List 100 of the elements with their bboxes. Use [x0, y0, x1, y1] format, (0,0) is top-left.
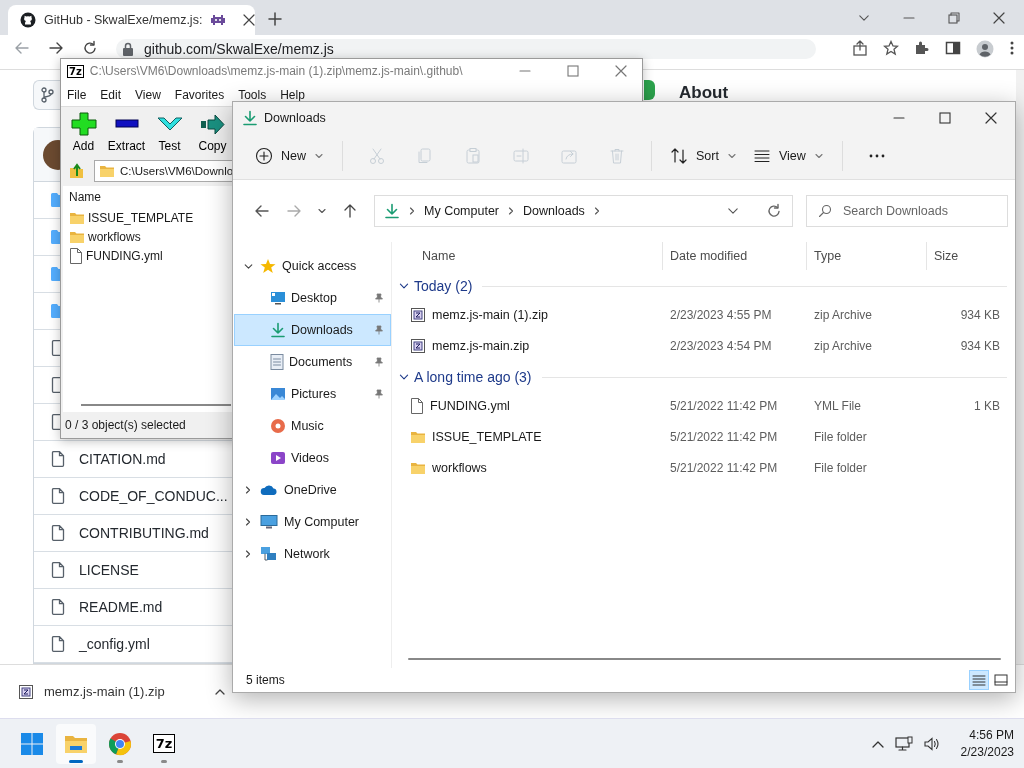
taskbar-button[interactable]: 7z: [144, 723, 184, 764]
close-icon[interactable]: [992, 11, 1006, 25]
chevron-right-icon[interactable]: [243, 517, 253, 527]
file-link[interactable]: LICENSE: [79, 562, 139, 578]
toolbar-button[interactable]: Add: [62, 107, 105, 157]
chevron-right-icon[interactable]: [407, 206, 417, 216]
sidebar-icon[interactable]: [945, 40, 961, 56]
column-header[interactable]: Name: [400, 242, 663, 270]
chevron-down-icon[interactable]: [314, 151, 324, 161]
extensions-icon[interactable]: [914, 40, 930, 56]
music-icon: [270, 418, 286, 434]
menu-item[interactable]: Help: [280, 87, 305, 102]
file-name[interactable]: FUNDING.yml: [430, 398, 510, 413]
plus-circle-icon[interactable]: [255, 147, 273, 165]
tree-item[interactable]: OneDrive: [234, 474, 391, 506]
tree-item[interactable]: Downloads: [234, 314, 391, 346]
chevron-right-icon[interactable]: [243, 549, 253, 559]
breadcrumb-item[interactable]: My Computer: [424, 204, 500, 218]
lines-icon[interactable]: [752, 147, 771, 165]
command-button[interactable]: View: [746, 140, 830, 172]
browser-tab[interactable]: GitHub - SkwalExe/memz.js:: [8, 5, 255, 35]
column-header[interactable]: Name: [69, 190, 101, 204]
clock[interactable]: 4:56 PM 2/23/2023: [960, 728, 1014, 759]
close-icon[interactable]: [984, 110, 998, 125]
command-button[interactable]: Sort: [664, 140, 743, 172]
button-edge[interactable]: [644, 80, 655, 100]
tree-item[interactable]: Desktop: [234, 282, 391, 314]
desktop-icon: [270, 290, 286, 306]
more-icon[interactable]: [1009, 40, 1015, 56]
path-field[interactable]: C:\Users\VM6\Downlo: [94, 160, 233, 182]
group-header[interactable]: Today (2): [414, 278, 473, 294]
file-link[interactable]: CONTRIBUTING.md: [79, 525, 209, 541]
file-icon: [69, 247, 83, 264]
file-name[interactable]: memz.js-main.zip: [432, 338, 530, 353]
menu-item[interactable]: Edit: [100, 87, 122, 102]
taskbar-button[interactable]: [56, 723, 96, 764]
file-name[interactable]: ISSUE_TEMPLATE: [432, 429, 542, 444]
details-view-button[interactable]: [969, 670, 989, 690]
tree-item[interactable]: Quick access: [234, 250, 391, 282]
reload-icon[interactable]: [82, 40, 98, 56]
volume-icon[interactable]: [922, 735, 941, 752]
menu-item[interactable]: Tools: [238, 87, 267, 102]
group-header[interactable]: A long time ago (3): [414, 369, 532, 385]
type-cell-text: YML File: [813, 398, 862, 413]
up-icon[interactable]: [342, 203, 358, 219]
date-cell-text: 2/23/2023 4:55 PM: [669, 307, 773, 322]
share-icon[interactable]: [852, 40, 868, 56]
sort-icon[interactable]: [670, 147, 688, 165]
tree-item[interactable]: Documents: [234, 346, 391, 378]
video-icon: [270, 450, 286, 466]
back-icon[interactable]: [254, 203, 270, 219]
close-icon[interactable]: [242, 13, 257, 27]
tree-item[interactable]: My Computer: [234, 506, 391, 538]
bookmark-star-icon[interactable]: [883, 40, 899, 56]
file-name[interactable]: workflows: [432, 460, 487, 475]
tree-item[interactable]: Network: [234, 538, 391, 570]
file-link[interactable]: CODE_OF_CONDUC...: [79, 488, 228, 504]
menu-item[interactable]: File: [67, 87, 87, 102]
forward-icon[interactable]: [48, 40, 64, 56]
monitor-icon[interactable]: [894, 735, 913, 752]
file-name[interactable]: FUNDING.yml: [86, 248, 163, 263]
file-icon: [51, 636, 65, 652]
tree-item[interactable]: Videos: [234, 442, 391, 474]
toolbar-button[interactable]: Test: [148, 107, 191, 157]
tree-item[interactable]: Music: [234, 410, 391, 442]
file-link[interactable]: README.md: [79, 599, 163, 615]
menu-item[interactable]: View: [135, 87, 161, 102]
breadcrumb-item[interactable]: Downloads: [523, 204, 585, 218]
file-link[interactable]: _config.yml: [79, 636, 150, 652]
tree-item[interactable]: Pictures: [234, 378, 391, 410]
reload-icon[interactable]: [766, 203, 782, 219]
profile-icon[interactable]: [976, 40, 994, 58]
chevron-down-icon[interactable]: [726, 151, 737, 161]
file-name[interactable]: ISSUE_TEMPLATE: [88, 210, 194, 225]
window-title: C:\Users\VM6\Downloads\memz.js-main (1).zip\memz.js-main\.github\: [89, 64, 463, 78]
branch-button[interactable]: [33, 80, 60, 110]
toolbar-button[interactable]: Copy: [191, 107, 234, 157]
file-link[interactable]: CITATION.md: [79, 451, 166, 467]
search-field[interactable]: Search Downloads: [806, 195, 1008, 227]
menu-item[interactable]: Favorites: [174, 87, 225, 102]
column-header[interactable]: Size: [927, 242, 1006, 270]
maximize-icon[interactable]: [938, 110, 952, 125]
command-button[interactable]: New: [249, 140, 330, 172]
restore-icon[interactable]: [947, 11, 961, 25]
file-name[interactable]: memz.js-main (1).zip: [432, 307, 548, 322]
chevron-down-icon[interactable]: [813, 151, 824, 161]
file-name[interactable]: workflows: [88, 229, 141, 244]
toolbar-button[interactable]: Extract: [105, 107, 148, 157]
date-cell-text: 2/23/2023 4:54 PM: [669, 338, 773, 353]
new-tab-icon[interactable]: [267, 11, 283, 27]
column-header[interactable]: Type: [807, 242, 927, 270]
address-bar[interactable]: github.com/SkwalExe/memz.js: [116, 39, 816, 59]
download-item[interactable]: memz.js-main (1).zip: [18, 683, 226, 700]
recent-icon[interactable]: [317, 206, 327, 216]
size-cell-text: 1 KB: [973, 398, 1000, 413]
chevron-right-icon[interactable]: [243, 485, 253, 495]
url-text: github.com/SkwalExe/memz.js: [144, 41, 334, 57]
column-header[interactable]: Date modified: [663, 242, 807, 270]
list-icon: [972, 674, 986, 686]
address-bar[interactable]: My Computer Downloads: [374, 195, 793, 227]
